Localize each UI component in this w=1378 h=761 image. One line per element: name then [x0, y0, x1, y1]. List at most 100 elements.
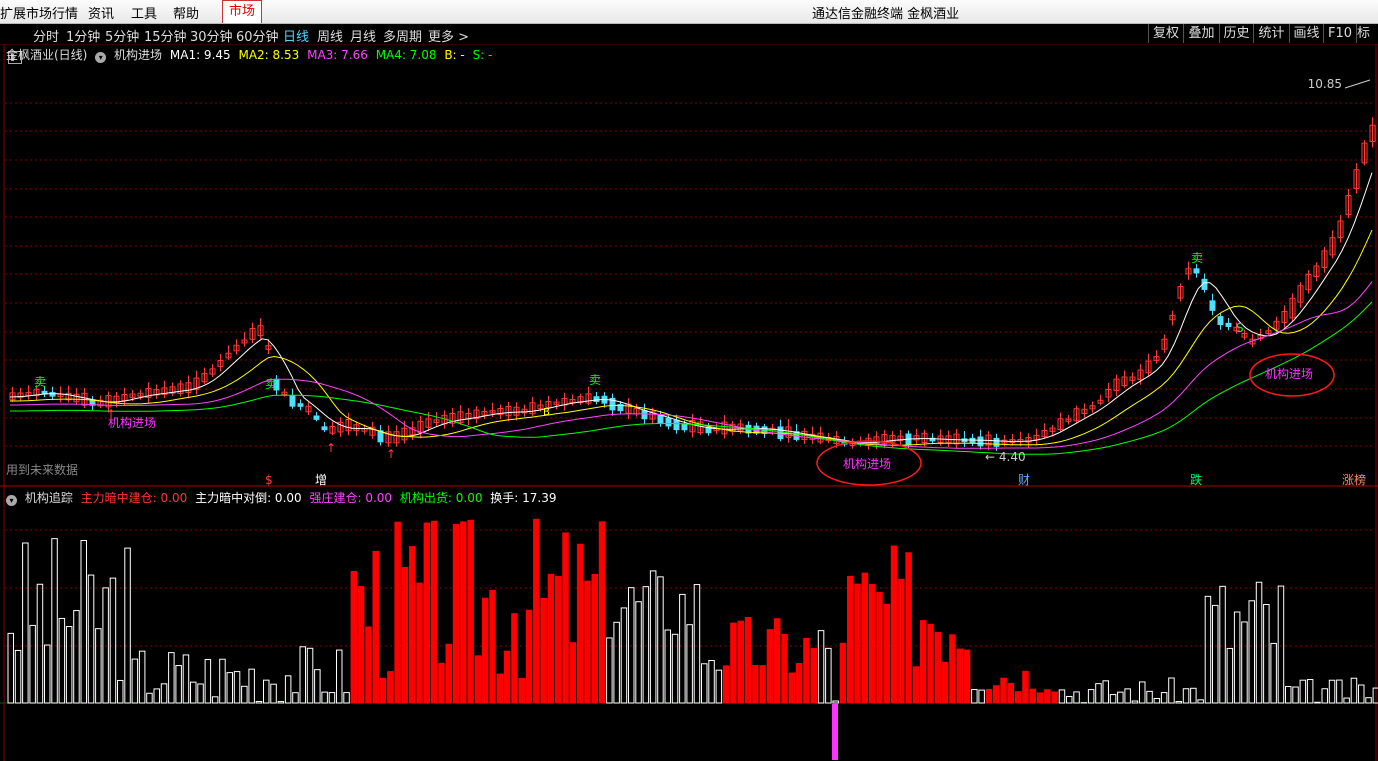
indicator-bar — [737, 620, 744, 704]
indicator-bar — [1321, 688, 1328, 704]
indicator-bar — [1336, 679, 1343, 704]
indicator-dropdown-icon[interactable]: ▾ — [95, 52, 107, 63]
indicator-bar — [255, 701, 263, 704]
indicator-bar — [686, 624, 693, 704]
indicator-bar — [197, 683, 204, 704]
stock-name: 金枫酒业(日线) — [6, 48, 88, 62]
indicator-bar — [58, 617, 66, 704]
indicator-bar — [920, 620, 927, 704]
indicator-bar — [160, 683, 168, 704]
indicator-bar — [956, 648, 963, 704]
sub-legend-l3: 强庄建仓: 0.00 — [309, 491, 393, 505]
event-marker-finance: 财 — [1018, 473, 1030, 487]
indicator-bar — [1095, 683, 1102, 704]
sub-legend-l4: 机构出货: 0.00 — [399, 491, 483, 505]
candle-body — [681, 423, 688, 431]
candle-body — [49, 392, 56, 397]
indicator-bar — [1160, 692, 1168, 704]
kline-chart[interactable]: 机构进场机构进场机构进场卖卖卖卖SB← 4.40$ 增财跌涨榜↑ ↑↑ — [0, 0, 1378, 761]
indicator-bar — [803, 637, 810, 704]
indicator-bar — [445, 643, 452, 704]
indicator-bar — [1328, 679, 1336, 704]
indicator-bar — [299, 646, 306, 704]
indicator-bar — [1036, 692, 1044, 704]
indicator-bar — [80, 539, 87, 704]
low-price-label: ← 4.40 — [985, 450, 1026, 464]
indicator-bar — [1102, 680, 1109, 704]
indicator-bar — [934, 631, 942, 704]
ma3-value: MA3: 7.66 — [307, 48, 368, 62]
indicator-bar — [1182, 688, 1190, 704]
indicator-bar — [1139, 681, 1146, 704]
indicator-bar — [620, 607, 628, 704]
ma1-line — [9, 172, 1373, 444]
indicator-bar — [211, 696, 219, 704]
indicator-bar — [95, 628, 102, 704]
indicator-bar — [1343, 697, 1350, 704]
indicator-bar — [664, 629, 671, 704]
indicator-bar — [1190, 687, 1197, 704]
indicator-bar — [365, 626, 372, 704]
indicator-bar — [985, 688, 993, 704]
candle-body — [1193, 268, 1200, 274]
jigou-entry-label: 机构进场 — [843, 456, 891, 471]
indicator-bar — [912, 666, 920, 704]
indicator-bar — [898, 578, 905, 704]
indicator-bar — [854, 583, 861, 704]
indicator-bar — [277, 701, 285, 704]
sub-indicator-name[interactable]: 机构追踪 — [25, 491, 73, 505]
indicator-bar — [496, 673, 504, 704]
indicator-bar — [525, 609, 533, 704]
indicator-bar — [1204, 595, 1212, 704]
buy-arrow-icon: ↑ — [386, 447, 396, 461]
sub-legend: ▾ 机构追踪 主力暗中建仓: 0.00 主力暗中对倒: 0.00 强庄建仓: 0… — [6, 489, 561, 506]
jigou-entry-label: 机构进场 — [1265, 366, 1313, 381]
indicator-bar — [868, 584, 876, 704]
indicator-bar — [963, 649, 971, 704]
indicator-name[interactable]: 机构进场 — [114, 48, 162, 62]
indicator-bar — [591, 574, 598, 704]
indicator-bar — [489, 589, 496, 704]
indicator-bar — [292, 692, 299, 704]
indicator-bar — [533, 518, 540, 704]
indicator-bar — [766, 629, 774, 704]
event-marker-rise-list: 涨榜 — [1342, 472, 1366, 487]
indicator-bar — [328, 692, 336, 704]
indicator-bar — [168, 652, 175, 704]
jigou-outflow-bar — [832, 704, 838, 760]
indicator-bar — [438, 662, 445, 704]
indicator-bar — [890, 545, 898, 704]
indicator-bar — [657, 576, 664, 704]
buy-arrow-icon: ↑ — [106, 407, 116, 421]
sub-legend-l1: 主力暗中建仓: 0.00 — [80, 491, 188, 505]
indicator-bar — [715, 669, 723, 704]
indicator-bar — [941, 661, 949, 704]
b-value: B: - — [444, 48, 465, 62]
indicator-bar — [576, 543, 584, 704]
indicator-bar — [949, 634, 956, 704]
indicator-bar — [1044, 689, 1051, 704]
indicator-bar — [482, 597, 489, 704]
sell-signal-label: 卖 — [1191, 251, 1203, 265]
indicator-bar — [219, 658, 226, 704]
indicator-bar — [613, 621, 620, 704]
indicator-bar — [357, 586, 365, 704]
indicator-bar — [708, 659, 715, 704]
indicator-bar — [416, 582, 423, 704]
indicator-bar — [1007, 682, 1015, 704]
indicator-bar — [1277, 585, 1285, 704]
indicator-bar — [569, 642, 577, 704]
indicator-bar — [306, 647, 314, 704]
sub-indicator-dropdown-icon[interactable]: ▾ — [6, 495, 17, 506]
indicator-bar — [701, 663, 708, 704]
candle-body — [289, 395, 296, 407]
indicator-bar — [73, 610, 80, 704]
indicator-bar — [430, 520, 438, 704]
indicator-bar — [518, 678, 525, 704]
indicator-bar — [409, 546, 416, 704]
indicator-bar — [1029, 688, 1036, 704]
indicator-bar — [263, 679, 270, 704]
indicator-bar — [1124, 688, 1131, 704]
indicator-bar — [1233, 611, 1241, 704]
indicator-bar — [832, 700, 839, 704]
